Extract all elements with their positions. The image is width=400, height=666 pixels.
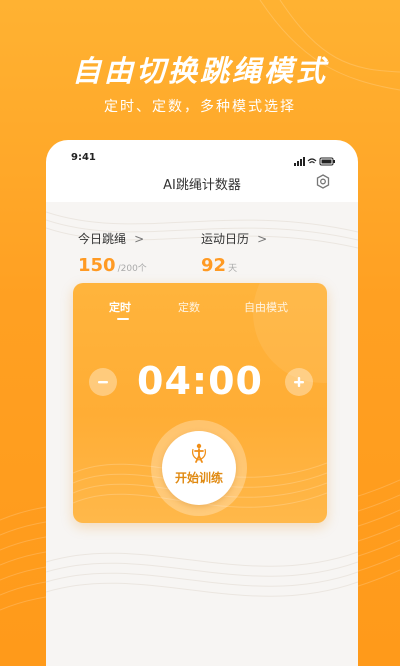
tab-count[interactable]: 定数 <box>178 299 200 315</box>
status-bar: 9:41 <box>46 148 358 166</box>
tab-free-mode[interactable]: 自由模式 <box>244 299 288 315</box>
increase-time-button[interactable] <box>285 368 313 396</box>
timer-card: 定时 定数 自由模式 04:00 开始训练 <box>73 283 327 523</box>
today-jump-value-row: 150/200个 <box>78 255 147 276</box>
jump-rope-icon <box>192 443 206 463</box>
signal-icon <box>294 157 305 166</box>
exercise-calendar-value: 92 <box>201 255 227 276</box>
chevron-right-icon: > <box>134 232 145 246</box>
tab-active-underline <box>117 318 129 320</box>
promo-subtitle: 定时、定数，多种模式选择 <box>104 99 296 115</box>
chevron-right-icon: > <box>257 232 268 246</box>
start-training-label: 开始训练 <box>174 471 223 485</box>
plus-icon <box>294 377 304 387</box>
battery-icon <box>319 157 335 166</box>
status-time: 9:41 <box>71 152 96 163</box>
promo-title: 自由切换跳绳模式 <box>71 54 328 88</box>
exercise-calendar-stat[interactable]: 运动日历 > 92 天 <box>201 228 267 276</box>
today-jump-stat[interactable]: 今日跳绳 > 150/200个 <box>78 228 147 276</box>
wifi-icon <box>307 158 317 164</box>
today-jump-value: 150 <box>78 255 116 276</box>
today-jump-unit: /200个 <box>117 264 147 274</box>
tab-timed[interactable]: 定时 <box>109 299 131 315</box>
mode-tabs: 定时 定数 自由模式 <box>73 299 327 323</box>
today-jump-label: 今日跳绳 <box>78 232 127 246</box>
exercise-calendar-label: 运动日历 <box>201 232 250 246</box>
app-title: AI跳绳计数器 <box>163 178 241 193</box>
exercise-calendar-unit: 天 <box>228 264 238 274</box>
exercise-calendar-value-row: 92 天 <box>201 255 267 276</box>
settings-icon[interactable] <box>314 173 332 191</box>
status-icons <box>294 152 336 171</box>
phone-screen: 9:41 AI跳绳计数器 今日跳绳 > 150 /200个 运动日历 > 92 … <box>46 140 358 666</box>
app-header: AI跳绳计数器 <box>46 170 358 196</box>
start-training-button[interactable]: 开始训练 <box>162 431 236 505</box>
